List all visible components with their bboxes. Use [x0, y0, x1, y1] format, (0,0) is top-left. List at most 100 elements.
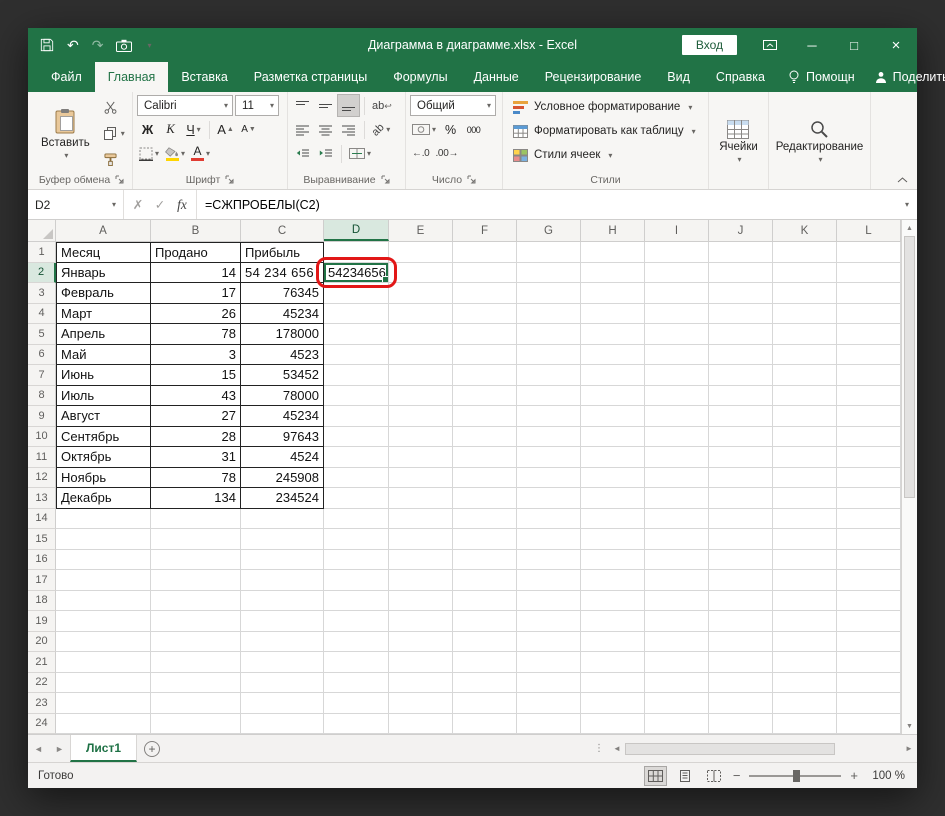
- cell-G6[interactable]: [517, 344, 581, 365]
- row-header-2[interactable]: 2: [28, 262, 56, 283]
- cell-D9[interactable]: [324, 406, 389, 427]
- cell-I22[interactable]: [645, 672, 709, 693]
- cell-G16[interactable]: [517, 549, 581, 570]
- row-header-1[interactable]: 1: [28, 242, 56, 263]
- column-header-k[interactable]: K: [773, 220, 837, 241]
- cell-B6[interactable]: 3: [151, 344, 241, 365]
- cell-I12[interactable]: [645, 467, 709, 488]
- cell-J16[interactable]: [709, 549, 773, 570]
- cell-J8[interactable]: [709, 385, 773, 406]
- cell-I15[interactable]: [645, 529, 709, 550]
- cell-L11[interactable]: [837, 447, 901, 468]
- share-button[interactable]: Поделиться: [865, 62, 945, 92]
- cell-J2[interactable]: [709, 262, 773, 283]
- cell-L3[interactable]: [837, 283, 901, 304]
- cell-F15[interactable]: [453, 529, 517, 550]
- cell-G5[interactable]: [517, 324, 581, 345]
- camera-button[interactable]: [116, 37, 133, 53]
- column-header-a[interactable]: A: [56, 220, 151, 241]
- cell-K8[interactable]: [773, 385, 837, 406]
- cell-A21[interactable]: [56, 652, 151, 673]
- cell-E2[interactable]: [389, 262, 453, 283]
- font-family-select[interactable]: Calibri: [137, 95, 233, 116]
- cell-E9[interactable]: [389, 406, 453, 427]
- bold-button[interactable]: Ж: [137, 119, 158, 140]
- cell-J10[interactable]: [709, 426, 773, 447]
- cell-L6[interactable]: [837, 344, 901, 365]
- cell-F22[interactable]: [453, 672, 517, 693]
- zoom-level-label[interactable]: 100 %: [867, 770, 905, 782]
- cell-I14[interactable]: [645, 508, 709, 529]
- she et-nav-left-icon[interactable]: ◄: [28, 735, 49, 762]
- cell-G3[interactable]: [517, 283, 581, 304]
- row-header-21[interactable]: 21: [28, 652, 56, 673]
- cell-C24[interactable]: [241, 713, 324, 734]
- cell-J22[interactable]: [709, 672, 773, 693]
- cell-E3[interactable]: [389, 283, 453, 304]
- close-button[interactable]: ×: [875, 28, 917, 62]
- cell-F13[interactable]: [453, 488, 517, 509]
- zoom-in-button[interactable]: +: [850, 768, 858, 783]
- collapse-ribbon-button[interactable]: [897, 177, 908, 183]
- cell-A19[interactable]: [56, 611, 151, 632]
- cell-B3[interactable]: 17: [151, 283, 241, 304]
- cell-K12[interactable]: [773, 467, 837, 488]
- row-header-18[interactable]: 18: [28, 590, 56, 611]
- cell-J6[interactable]: [709, 344, 773, 365]
- redo-button[interactable]: ↷: [92, 37, 104, 53]
- cell-E24[interactable]: [389, 713, 453, 734]
- column-header-j[interactable]: J: [709, 220, 773, 241]
- cell-G7[interactable]: [517, 365, 581, 386]
- cell-L2[interactable]: [837, 262, 901, 283]
- cell-F2[interactable]: [453, 262, 517, 283]
- editing-button[interactable]: Редактирование: [770, 95, 870, 189]
- row-header-22[interactable]: 22: [28, 672, 56, 693]
- cell-B22[interactable]: [151, 672, 241, 693]
- cell-E5[interactable]: [389, 324, 453, 345]
- cell-I20[interactable]: [645, 631, 709, 652]
- cell-C2[interactable]: 54 234 656: [241, 262, 324, 283]
- cell-L18[interactable]: [837, 590, 901, 611]
- alignment-dialog-launcher[interactable]: [381, 175, 390, 184]
- cell-H16[interactable]: [581, 549, 645, 570]
- cell-E23[interactable]: [389, 693, 453, 714]
- cell-L13[interactable]: [837, 488, 901, 509]
- sheet-nav-right-icon[interactable]: ►: [49, 735, 70, 762]
- row-header-12[interactable]: 12: [28, 467, 56, 488]
- cell-D23[interactable]: [324, 693, 389, 714]
- cell-E22[interactable]: [389, 672, 453, 693]
- cell-J19[interactable]: [709, 611, 773, 632]
- format-painter-button[interactable]: [101, 150, 128, 169]
- cell-L23[interactable]: [837, 693, 901, 714]
- row-header-4[interactable]: 4: [28, 303, 56, 324]
- format-as-table-button[interactable]: Форматировать как таблицу: [507, 119, 704, 143]
- cell-B5[interactable]: 78: [151, 324, 241, 345]
- tab-help[interactable]: Справка: [703, 62, 778, 92]
- sign-in-button[interactable]: Вход: [681, 35, 737, 55]
- cell-C6[interactable]: 4523: [241, 344, 324, 365]
- cell-I5[interactable]: [645, 324, 709, 345]
- cell-L4[interactable]: [837, 303, 901, 324]
- fill-color-button[interactable]: [163, 143, 187, 164]
- zoom-slider[interactable]: [749, 769, 842, 783]
- cell-J5[interactable]: [709, 324, 773, 345]
- cell-G20[interactable]: [517, 631, 581, 652]
- cell-A3[interactable]: Февраль: [56, 283, 151, 304]
- cell-styles-button[interactable]: Стили ячеек: [507, 143, 704, 167]
- cell-D22[interactable]: [324, 672, 389, 693]
- scroll-right-icon[interactable]: ►: [901, 744, 917, 753]
- cell-H12[interactable]: [581, 467, 645, 488]
- column-header-c[interactable]: C: [241, 220, 324, 241]
- cell-G4[interactable]: [517, 303, 581, 324]
- cell-B7[interactable]: 15: [151, 365, 241, 386]
- cell-B21[interactable]: [151, 652, 241, 673]
- cell-F10[interactable]: [453, 426, 517, 447]
- increase-decimal-button[interactable]: ←.0: [410, 143, 431, 164]
- cell-D3[interactable]: [324, 283, 389, 304]
- cell-G18[interactable]: [517, 590, 581, 611]
- column-header-g[interactable]: G: [517, 220, 581, 241]
- number-format-select[interactable]: Общий: [410, 95, 496, 116]
- cell-D17[interactable]: [324, 570, 389, 591]
- wrap-text-button[interactable]: ab: [370, 95, 394, 116]
- cell-J18[interactable]: [709, 590, 773, 611]
